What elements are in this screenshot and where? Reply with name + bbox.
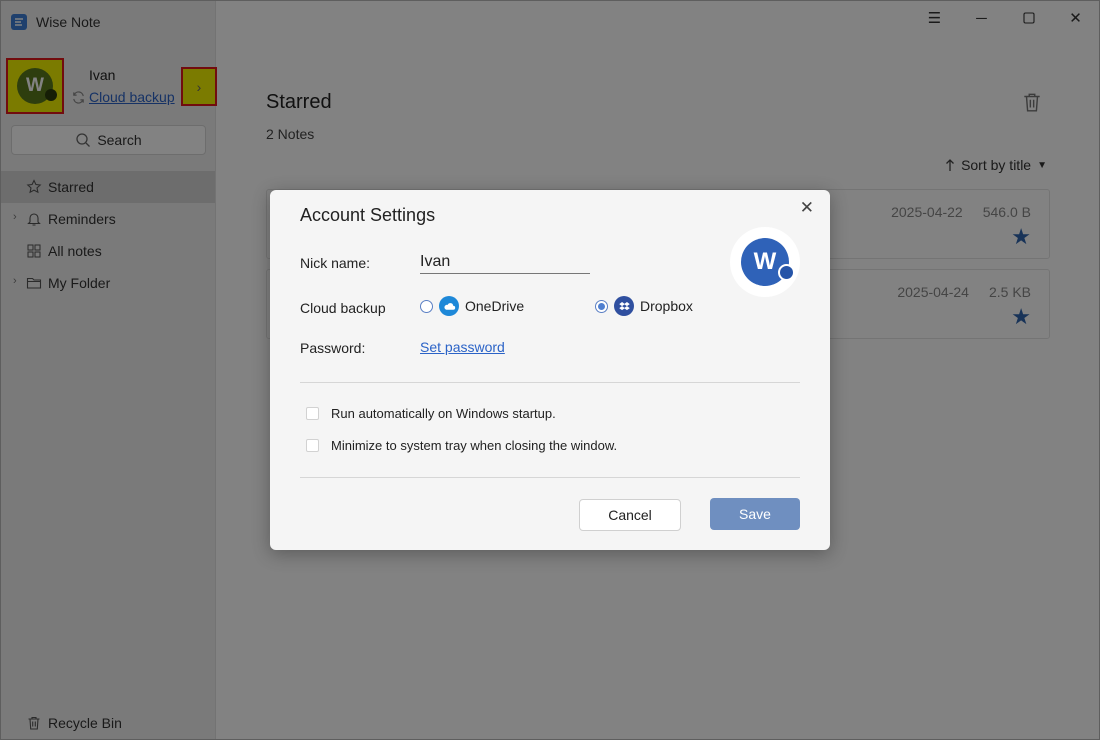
- divider: [300, 477, 800, 478]
- account-settings-dialog: Account Settings ✕ W Nick name: Cloud ba…: [270, 190, 830, 550]
- nick-name-label: Nick name:: [300, 255, 371, 271]
- onedrive-icon: [439, 296, 459, 316]
- onedrive-label: OneDrive: [465, 298, 525, 314]
- divider: [300, 382, 800, 383]
- startup-label: Run automatically on Windows startup.: [331, 406, 556, 421]
- dropbox-icon: [614, 296, 634, 316]
- tray-label: Minimize to system tray when closing the…: [331, 438, 618, 453]
- dialog-avatar[interactable]: W: [730, 227, 800, 297]
- save-button[interactable]: Save: [710, 498, 800, 530]
- avatar-dot: [778, 264, 795, 281]
- onedrive-option[interactable]: OneDrive: [420, 296, 524, 316]
- cancel-button[interactable]: Cancel: [579, 499, 681, 531]
- dropbox-radio[interactable]: [595, 299, 608, 313]
- set-password-link[interactable]: Set password: [420, 339, 505, 355]
- startup-option[interactable]: Run automatically on Windows startup.: [306, 406, 556, 421]
- dialog-title: Account Settings: [300, 205, 436, 225]
- dropbox-label: Dropbox: [640, 298, 693, 314]
- avatar-letter: W: [753, 248, 777, 275]
- tray-checkbox[interactable]: [306, 439, 319, 452]
- nick-name-input[interactable]: [420, 250, 590, 274]
- onedrive-radio[interactable]: [420, 299, 433, 313]
- cloud-backup-label: Cloud backup: [300, 300, 386, 316]
- tray-option[interactable]: Minimize to system tray when closing the…: [306, 438, 617, 453]
- dropbox-option[interactable]: Dropbox: [595, 296, 693, 316]
- avatar: W: [741, 238, 795, 286]
- close-icon[interactable]: ✕: [800, 198, 814, 218]
- password-label: Password:: [300, 340, 366, 356]
- startup-checkbox[interactable]: [306, 407, 319, 420]
